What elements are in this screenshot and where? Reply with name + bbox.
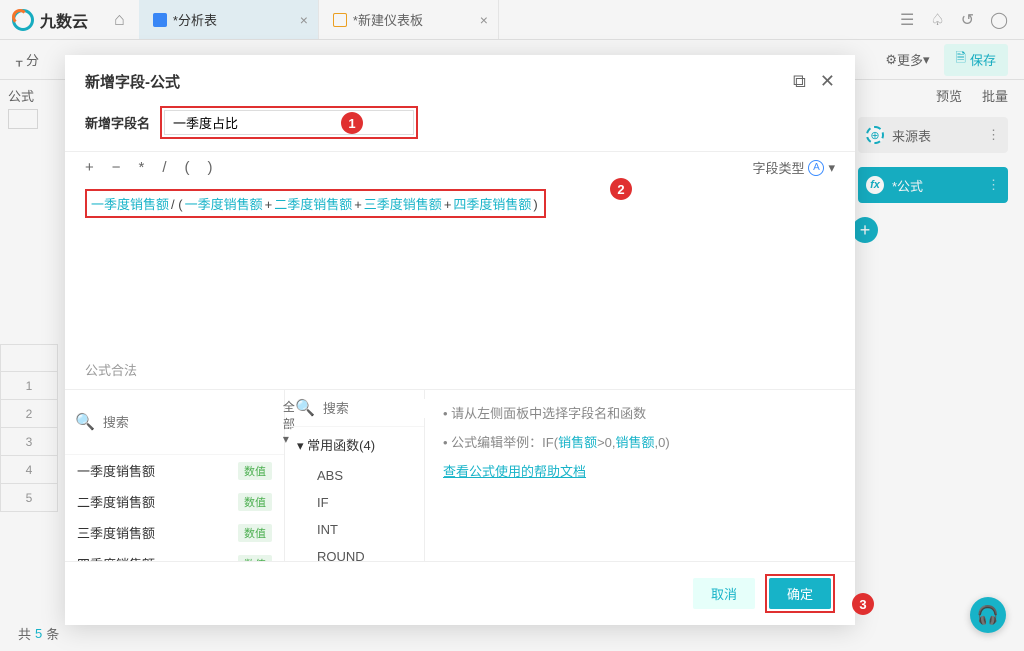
formula-op-token: + bbox=[442, 197, 454, 212]
cancel-button[interactable]: 取消 bbox=[693, 578, 755, 609]
function-item[interactable]: ABS bbox=[285, 462, 424, 489]
functions-panel: 🔍 ▾ 常用函数(4) ABSIFINTROUND bbox=[285, 390, 425, 561]
op-plus[interactable]: + bbox=[85, 159, 94, 176]
search-icon: 🔍 bbox=[295, 398, 315, 418]
field-item[interactable]: 二季度销售额数值 bbox=[65, 486, 284, 517]
formula-field-token: 二季度销售额 bbox=[274, 197, 352, 212]
help-link[interactable]: 查看公式使用的帮助文档 bbox=[443, 464, 586, 479]
operator-toolbar: + − * / ( ) bbox=[85, 159, 213, 176]
chevron-down-icon: ▾ bbox=[828, 160, 835, 176]
callout-2: 2 bbox=[610, 178, 632, 200]
field-item[interactable]: 四季度销售额数值 bbox=[65, 548, 284, 561]
callout-1: 1 bbox=[341, 112, 363, 134]
field-name-highlight bbox=[160, 106, 418, 139]
op-minus[interactable]: − bbox=[112, 159, 121, 176]
func-group[interactable]: ▾ 常用函数(4) bbox=[285, 427, 424, 462]
type-badge: 数值 bbox=[238, 462, 272, 480]
type-badge: 数值 bbox=[238, 524, 272, 542]
op-div[interactable]: / bbox=[162, 159, 166, 176]
function-item[interactable]: INT bbox=[285, 516, 424, 543]
op-mult[interactable]: * bbox=[139, 159, 145, 176]
op-rparen[interactable]: ) bbox=[208, 159, 213, 176]
field-search-input[interactable] bbox=[99, 413, 283, 432]
popout-icon[interactable]: ⧉ bbox=[793, 71, 806, 92]
help-line: • 公式编辑举例：IF(销售额>0,销售额,0) bbox=[443, 433, 837, 454]
modal-title: 新增字段-公式 bbox=[85, 71, 180, 92]
close-icon[interactable]: ✕ bbox=[820, 71, 835, 92]
type-badge: 数值 bbox=[238, 493, 272, 511]
formula-field-token: 一季度销售额 bbox=[185, 197, 263, 212]
callout-3: 3 bbox=[852, 593, 874, 615]
formula-field-token: 四季度销售额 bbox=[453, 197, 531, 212]
help-fab[interactable]: 🎧 bbox=[970, 597, 1006, 633]
help-panel: • 请从左侧面板中选择字段名和函数 • 公式编辑举例：IF(销售额>0,销售额,… bbox=[425, 390, 855, 561]
ok-button[interactable]: 确定 bbox=[769, 578, 831, 609]
field-item[interactable]: 一季度销售额数值 bbox=[65, 455, 284, 486]
footer: 共 5 条 bbox=[0, 615, 1024, 651]
field-name-input[interactable] bbox=[164, 110, 414, 135]
validity-message: 公式合法 bbox=[65, 356, 855, 389]
function-item[interactable]: ROUND bbox=[285, 543, 424, 561]
formula-editor[interactable]: 一季度销售额/ (一季度销售额+二季度销售额+三季度销售额+四季度销售额) bbox=[85, 189, 546, 218]
function-item[interactable]: IF bbox=[285, 489, 424, 516]
field-name-label: 新增字段名 bbox=[85, 113, 150, 132]
formula-field-token: 三季度销售额 bbox=[364, 197, 442, 212]
formula-op-token: / ( bbox=[169, 197, 185, 212]
formula-field-token: 一季度销售额 bbox=[91, 197, 169, 212]
help-line: • 请从左侧面板中选择字段名和函数 bbox=[443, 404, 837, 425]
field-type-select[interactable]: 字段类型 A ▾ bbox=[752, 158, 835, 177]
formula-modal: 新增字段-公式 ⧉ ✕ 新增字段名 + − * / ( ) 字段类型 A ▾ 一… bbox=[65, 55, 855, 625]
type-icon: A bbox=[808, 160, 824, 176]
formula-op-token: + bbox=[352, 197, 364, 212]
fields-panel: 🔍 全部 ▾ 一季度销售额数值二季度销售额数值三季度销售额数值四季度销售额数值部… bbox=[65, 390, 285, 561]
op-lparen[interactable]: ( bbox=[185, 159, 190, 176]
formula-op-token: + bbox=[263, 197, 275, 212]
search-icon: 🔍 bbox=[75, 412, 95, 432]
field-item[interactable]: 三季度销售额数值 bbox=[65, 517, 284, 548]
ok-highlight: 确定 bbox=[765, 574, 835, 613]
formula-op-token: ) bbox=[531, 197, 539, 212]
